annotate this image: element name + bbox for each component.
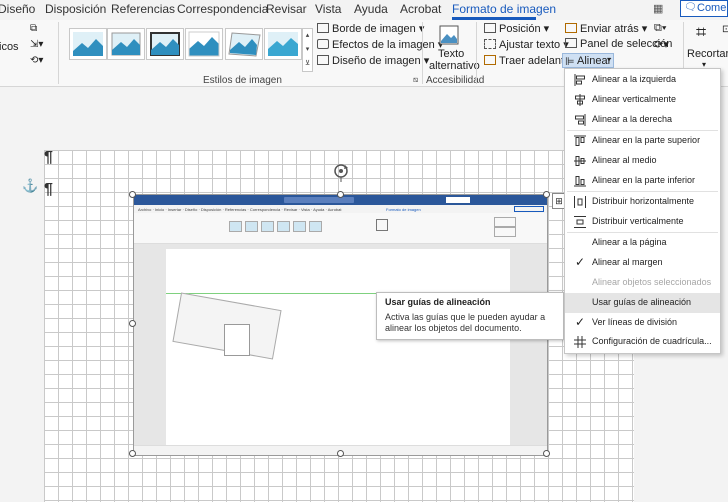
group-divider: [58, 22, 59, 84]
menu-item-align-left[interactable]: Alinear a la izquierda: [565, 70, 720, 90]
change-picture-icon[interactable]: ⟲▾: [30, 55, 43, 66]
picture-style-6[interactable]: [264, 28, 302, 60]
menu-item-grid-settings[interactable]: Configuración de cuadrícula...: [565, 332, 720, 352]
picture-style-1[interactable]: [69, 28, 107, 60]
picture-ribbon: [134, 213, 547, 244]
align-button[interactable]: ⊫ Alinear ▾: [562, 53, 614, 68]
picture-style-5[interactable]: [225, 28, 263, 60]
wrap-text-button[interactable]: Ajustar texto ▾: [484, 38, 569, 51]
picture-style-3[interactable]: [146, 28, 184, 60]
checkmark-icon: ✓: [575, 255, 586, 269]
menu-item-view-gridlines[interactable]: ✓ Ver líneas de división: [565, 313, 720, 333]
tab-correspondencia[interactable]: Correspondencia: [177, 2, 268, 16]
selection-pane-icon: [565, 38, 577, 48]
ribbon-left-partial-label[interactable]: icos: [0, 41, 19, 53]
group-divider: [422, 22, 423, 84]
resize-handle[interactable]: [543, 191, 550, 198]
group-divider: [476, 22, 477, 84]
grid-view-icon[interactable]: ▦: [653, 2, 663, 15]
send-backward-icon: [565, 23, 577, 33]
menu-item-distribute-vertical[interactable]: Distribuir verticalmente: [565, 212, 720, 232]
align-dropdown-menu: Alinear a la izquierda Alinear verticalm…: [564, 68, 721, 354]
size-icon[interactable]: ⊡: [722, 24, 728, 35]
tab-acrobat[interactable]: Acrobat: [400, 2, 441, 16]
menu-item-align-right[interactable]: Alinear a la derecha: [565, 110, 720, 130]
tab-formato-de-imagen[interactable]: Formato de imagen: [452, 2, 556, 16]
checkmark-icon: ✓: [575, 315, 586, 329]
position-icon: [484, 23, 496, 33]
crop-icon: ⌗: [696, 22, 707, 42]
rotation-handle-icon[interactable]: [332, 162, 350, 182]
align-center-icon: [575, 94, 585, 106]
align-bottom-icon: [574, 176, 586, 187]
tab-disposicion[interactable]: Disposición: [45, 2, 106, 16]
tooltip: Usar guías de alineación Activa las guía…: [376, 292, 564, 340]
alt-text-button[interactable]: Texto alternativo: [424, 22, 480, 74]
menu-item-align-selected-objects: Alinear objetos seleccionados: [592, 277, 712, 287]
crop-button[interactable]: ⌗ Recortar ▾: [686, 22, 728, 72]
dialog-launcher-icon[interactable]: ⧅: [413, 75, 418, 85]
wrap-text-icon: [484, 39, 496, 49]
border-button[interactable]: Borde de imagen ▾: [317, 22, 424, 35]
position-button[interactable]: Posición ▾: [484, 22, 549, 35]
menu-item-align-middle[interactable]: Alinear al medio: [565, 151, 720, 171]
picture-document-area: [134, 244, 547, 445]
picture-page: [166, 249, 510, 445]
ribbon-tabs: Diseño Disposición Referencias Correspon…: [0, 0, 728, 20]
alt-text-icon: [439, 25, 459, 45]
chevron-down-icon: ▾: [607, 55, 612, 64]
align-middle-icon: [574, 156, 586, 166]
resize-handle[interactable]: [129, 320, 136, 327]
paragraph-mark: ¶: [44, 149, 53, 166]
comments-button[interactable]: 🗨 Comen: [680, 0, 728, 17]
tab-referencias[interactable]: Referencias: [111, 2, 175, 16]
border-icon: [317, 23, 329, 33]
rotate-icon[interactable]: ⟳▾: [654, 38, 669, 51]
resize-handle[interactable]: [337, 450, 344, 457]
menu-item-align-to-page[interactable]: Alinear a la página: [565, 233, 720, 253]
resize-handle[interactable]: [129, 450, 136, 457]
styles-group-label: Estilos de imagen: [203, 75, 282, 86]
resize-handle[interactable]: [543, 450, 550, 457]
menu-item-align-bottom[interactable]: Alinear en la parte inferior: [565, 171, 720, 191]
paragraph-mark: ¶: [44, 181, 53, 198]
tooltip-description: Activa las guías que le pueden ayudar a …: [385, 312, 546, 333]
anchor-icon: ⚓: [22, 178, 39, 193]
menu-item-use-alignment-guides[interactable]: Usar guías de alineación: [565, 293, 720, 313]
align-icon: ⊫: [565, 56, 575, 68]
tab-diseno[interactable]: Diseño: [0, 2, 35, 16]
distribute-horizontal-icon: [574, 196, 586, 208]
compress-icon[interactable]: ⇲▾: [30, 39, 43, 50]
align-right-icon: [575, 114, 586, 126]
group-objects-icon[interactable]: ⧉▾: [654, 22, 666, 35]
grid-icon: [574, 336, 586, 348]
layout-button[interactable]: Diseño de imagen ▾: [317, 54, 429, 67]
resize-handle[interactable]: [129, 191, 136, 198]
menu-item-align-to-margin[interactable]: ✓ Alinear al margen: [565, 253, 720, 273]
menu-item-distribute-horizontal[interactable]: Distribuir horizontalmente: [565, 192, 720, 212]
align-left-icon: [574, 74, 585, 86]
tooltip-title: Usar guías de alineación: [385, 297, 491, 307]
picture-style-4[interactable]: [185, 28, 223, 60]
adjust-icon[interactable]: ⧉: [30, 23, 37, 34]
tab-vista[interactable]: Vista: [315, 2, 341, 16]
picture-style-2[interactable]: [107, 28, 145, 60]
align-top-icon: [574, 135, 586, 146]
resize-handle[interactable]: [337, 191, 344, 198]
send-backward-button[interactable]: Enviar atrás ▾: [565, 22, 647, 35]
comment-icon: 🗨: [684, 2, 697, 13]
distribute-vertical-icon: [574, 216, 586, 228]
tab-revisar[interactable]: Revisar: [266, 2, 307, 16]
menu-item-align-top[interactable]: Alinear en la parte superior: [565, 131, 720, 151]
bring-forward-icon: [484, 55, 496, 65]
menu-item-align-center[interactable]: Alinear verticalmente: [565, 90, 720, 110]
tab-ayuda[interactable]: Ayuda: [354, 2, 388, 16]
styles-gallery-scroll[interactable]: ▴ ▾ ⊻: [302, 28, 313, 72]
effects-icon: [317, 39, 329, 49]
picture-tabs-row: Archivo · Inicio · Insertar · Diseño · D…: [134, 205, 547, 213]
layout-icon: [317, 55, 329, 65]
